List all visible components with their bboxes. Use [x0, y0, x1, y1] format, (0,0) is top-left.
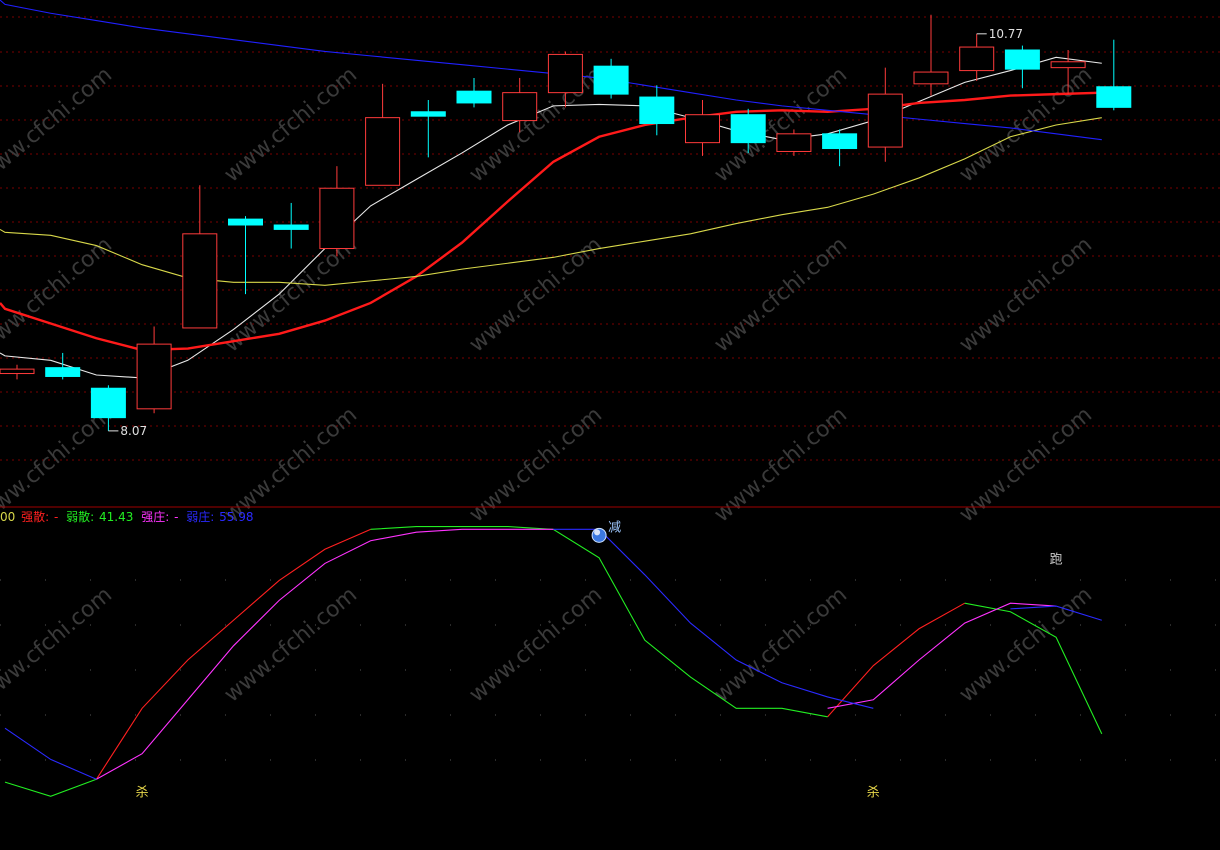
candle — [1096, 39, 1132, 111]
watermark-text: www.cfchi.com — [955, 582, 1097, 707]
candle — [959, 33, 995, 81]
candle — [0, 364, 35, 380]
weak-disperse-line — [4, 778, 97, 797]
candle-body — [730, 114, 766, 144]
low-price-label: 8.07 — [120, 424, 147, 438]
watermark-text: www.cfchi.com — [220, 62, 362, 187]
candle — [639, 85, 675, 136]
candle — [685, 100, 720, 156]
indicator-prefix: 00 — [0, 510, 16, 524]
ma-yellow-line — [0, 117, 1102, 286]
candle — [867, 67, 903, 162]
weak-control-line — [4, 727, 97, 780]
strong-disperse-value: - — [53, 510, 59, 524]
signal-label: 杀 — [136, 785, 149, 800]
watermark-text: www.cfchi.com — [0, 582, 117, 707]
watermark-text: www.cfchi.com — [710, 402, 852, 527]
watermark-text: www.cfchi.com — [955, 232, 1097, 357]
candle-body — [913, 71, 949, 85]
watermark-text: www.cfchi.com — [465, 582, 607, 707]
candle-body — [228, 218, 263, 226]
candle-body — [1004, 49, 1040, 70]
high-price-label: 10.77 — [989, 27, 1023, 41]
candle-body — [822, 133, 858, 150]
candle-body — [502, 92, 538, 122]
candle — [776, 129, 812, 156]
watermark-text: www.cfchi.com — [710, 232, 852, 357]
candle-body — [1096, 86, 1132, 108]
candle-body — [0, 368, 35, 375]
candle-body — [1050, 61, 1086, 69]
watermark-text: www.cfchi.com — [465, 62, 607, 187]
strong-disperse-line — [95, 528, 371, 780]
candle-body — [182, 233, 218, 329]
signal-marker-icon — [591, 527, 607, 543]
weak-disperse-label: 弱散: — [66, 510, 95, 524]
stock-chart: www.cfchi.com www.cfchi.com www.cfchi.com w… — [0, 0, 1220, 800]
weak-control-label: 弱庄: — [186, 510, 215, 524]
candle-body — [410, 111, 446, 117]
signal-label: 杀 — [867, 785, 880, 800]
strong-disperse-line — [827, 602, 965, 718]
candle — [822, 129, 858, 167]
candle-body — [959, 46, 995, 72]
candle-body — [45, 367, 81, 377]
candle — [45, 352, 81, 380]
candle-body — [456, 90, 492, 104]
candle-body — [547, 53, 583, 94]
candlestick-series — [0, 14, 1132, 431]
watermark-text: www.cfchi.com — [0, 62, 117, 187]
strong-control-label: 强庄: — [141, 510, 170, 524]
candle — [1004, 45, 1040, 89]
candle-body — [776, 133, 812, 152]
candle — [913, 14, 949, 96]
candle-body — [136, 343, 172, 410]
candle-body — [319, 187, 355, 250]
candle — [319, 166, 355, 256]
reduce-signal-label: 减 — [608, 520, 621, 535]
watermark-text: www.cfchi.com — [220, 582, 362, 707]
candle — [182, 185, 218, 329]
indicator-lines — [4, 525, 1103, 797]
weak-disperse-value: 41.43 — [99, 510, 134, 524]
candle — [410, 100, 446, 158]
candle-body — [365, 117, 401, 186]
watermark-text: www.cfchi.com — [955, 402, 1097, 527]
candle — [365, 83, 401, 186]
candle-body — [867, 93, 903, 148]
ma-red-line — [0, 91, 1102, 352]
strong-disperse-label: 强散: — [21, 510, 50, 524]
candle-body — [593, 65, 629, 95]
candle-body — [90, 387, 126, 419]
strong-control-line — [96, 528, 554, 780]
weak-disperse-line — [370, 525, 828, 718]
candle-body — [685, 114, 720, 144]
candle-body — [273, 224, 309, 230]
candle — [456, 77, 492, 108]
watermark-text: www.cfchi.com — [710, 582, 852, 707]
signal-marker-highlight — [594, 529, 601, 536]
indicator-header: 00 强散: - 弱散: 41.43 强庄: - 弱庄: 55.98 — [0, 508, 258, 525]
candle-body — [639, 96, 675, 125]
candle — [136, 326, 172, 414]
weak-control-value: 55.98 — [219, 510, 254, 524]
candle — [593, 58, 629, 99]
watermark-text: www.cfchi.com — [465, 402, 607, 527]
strong-control-value: - — [174, 510, 179, 524]
candle — [273, 202, 309, 249]
signal-label: 跑 — [1050, 552, 1063, 567]
